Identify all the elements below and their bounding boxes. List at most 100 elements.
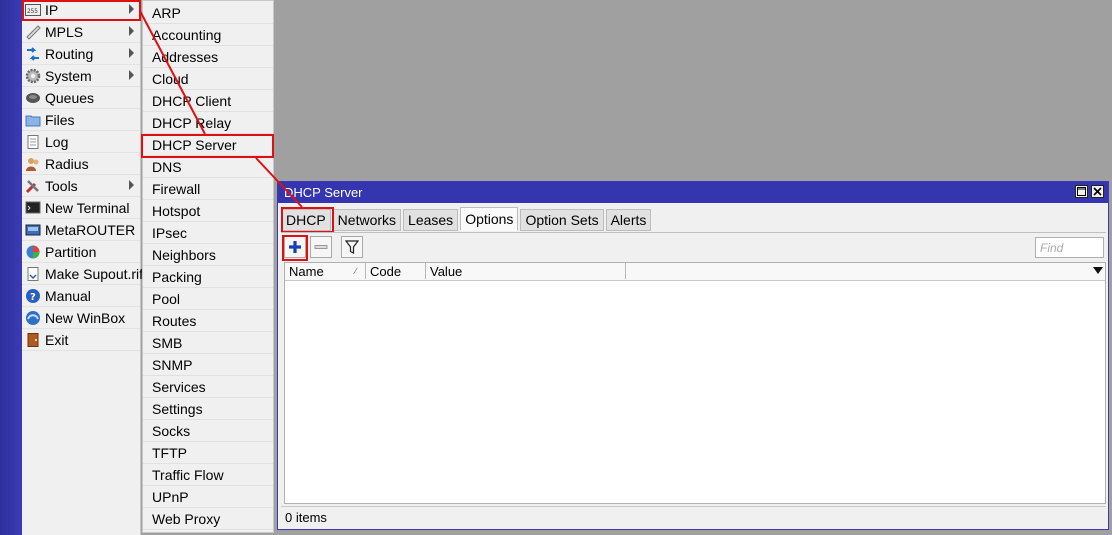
winbox-side-strip [0, 0, 22, 535]
menu-item-make-supout[interactable]: Make Supout.rif [22, 264, 144, 285]
window-title: DHCP Server [284, 185, 363, 200]
tab-networks[interactable]: Networks [332, 209, 402, 231]
tab-options[interactable]: Options [460, 207, 519, 231]
tools-icon [25, 178, 41, 194]
gear-icon [25, 68, 41, 84]
main-menu: 255 IP MPLS Routing System Queues Files … [22, 0, 144, 535]
submenu-item-cloud[interactable]: Cloud [143, 68, 273, 90]
menu-item-new-terminal[interactable]: New Terminal [22, 198, 140, 219]
add-button[interactable] [284, 236, 306, 258]
submenu-item-snmp[interactable]: SNMP [143, 354, 273, 376]
menu-item-log[interactable]: Log [22, 132, 140, 153]
supout-icon [25, 266, 41, 282]
menu-item-new-winbox[interactable]: New WinBox [22, 308, 140, 329]
submenu-item-dns[interactable]: DNS [143, 156, 273, 178]
queues-icon [25, 90, 41, 106]
table-header: Name ∕ Code Value [285, 263, 1105, 281]
submenu-item-tftp[interactable]: TFTP [143, 442, 273, 464]
partition-pie-icon [25, 244, 41, 260]
ip-submenu: ARP Accounting Addresses Cloud DHCP Clie… [142, 0, 274, 533]
menu-item-label: Partition [45, 244, 97, 260]
submenu-item-traffic-flow[interactable]: Traffic Flow [143, 464, 273, 486]
column-header-code[interactable]: Code [366, 263, 426, 279]
maximize-icon [1077, 187, 1086, 196]
filter-icon [345, 240, 359, 254]
menu-item-metarouter[interactable]: MetaROUTER [22, 220, 140, 241]
menu-item-system[interactable]: System [22, 66, 140, 87]
metarouter-icon [25, 222, 41, 238]
menu-item-label: New WinBox [45, 310, 126, 326]
menu-item-files[interactable]: Files [22, 110, 140, 131]
sort-indicator-icon: ∕ [355, 266, 357, 276]
menu-item-label: Exit [45, 332, 69, 348]
submenu-item-firewall[interactable]: Firewall [143, 178, 273, 200]
submenu-arrow-icon [129, 26, 134, 36]
submenu-item-dhcp-server[interactable]: DHCP Server [143, 134, 273, 156]
submenu-item-services[interactable]: Services [143, 376, 273, 398]
submenu-item-ipsec[interactable]: IPsec [143, 222, 273, 244]
menu-item-label: Log [45, 134, 69, 150]
help-icon: ? [25, 288, 41, 304]
menu-item-partition[interactable]: Partition [22, 242, 140, 263]
toolbar-divider [281, 232, 1106, 233]
submenu-item-neighbors[interactable]: Neighbors [143, 244, 273, 266]
submenu-item-addresses[interactable]: Addresses [143, 46, 273, 68]
submenu-item-arp[interactable]: ARP [143, 2, 273, 24]
submenu-item-settings[interactable]: Settings [143, 398, 273, 420]
menu-item-manual[interactable]: ? Manual [22, 286, 140, 307]
tab-leases[interactable]: Leases [403, 209, 459, 231]
column-chooser-dropdown-icon[interactable] [1093, 267, 1103, 274]
find-input[interactable] [1035, 237, 1104, 258]
close-icon [1093, 187, 1102, 196]
submenu-item-hotspot[interactable]: Hotspot [143, 200, 273, 222]
column-header-value[interactable]: Value [426, 263, 626, 279]
menu-item-exit[interactable]: Exit [22, 330, 140, 351]
tab-dhcp[interactable]: DHCP [281, 209, 331, 231]
menu-item-label: Tools [45, 178, 78, 194]
dhcp-server-window: DHCP Server DHCP Networks Leases Options… [277, 181, 1109, 530]
window-titlebar[interactable]: DHCP Server [278, 182, 1108, 203]
submenu-item-dhcp-relay[interactable]: DHCP Relay [143, 112, 273, 134]
folder-icon [25, 112, 41, 128]
menu-item-label: Manual [45, 288, 91, 304]
menu-item-label: System [45, 68, 92, 84]
winbox-icon [25, 310, 41, 326]
status-bar: 0 items [281, 506, 1106, 527]
filter-button[interactable] [341, 236, 363, 258]
menu-item-label: Files [45, 112, 75, 128]
plus-icon [289, 241, 301, 253]
menu-item-label: Routing [45, 46, 94, 62]
submenu-item-packing[interactable]: Packing [143, 266, 273, 288]
tab-alerts[interactable]: Alerts [605, 209, 652, 231]
submenu-item-routes[interactable]: Routes [143, 310, 273, 332]
column-header-name[interactable]: Name ∕ [285, 263, 366, 279]
maximize-button[interactable] [1075, 185, 1088, 198]
menu-item-ip[interactable]: 255 IP [22, 0, 140, 21]
menu-item-queues[interactable]: Queues [22, 88, 140, 109]
menu-item-label: Make Supout.rif [45, 266, 144, 282]
submenu-item-smb[interactable]: SMB [143, 332, 273, 354]
ip-address-icon: 255 [25, 2, 41, 18]
close-button[interactable] [1091, 185, 1104, 198]
submenu-item-pool[interactable]: Pool [143, 288, 273, 310]
tab-option-sets[interactable]: Option Sets [520, 209, 604, 231]
item-count: 0 items [285, 509, 327, 525]
submenu-item-socks[interactable]: Socks [143, 420, 273, 442]
tab-bar: DHCP Networks Leases Options Option Sets… [281, 207, 653, 231]
menu-item-routing[interactable]: Routing [22, 44, 140, 65]
submenu-item-upnp[interactable]: UPnP [143, 486, 273, 508]
menu-item-label: MPLS [45, 24, 84, 40]
exit-door-icon [25, 332, 41, 348]
minus-icon [314, 245, 328, 249]
routing-icon [25, 46, 41, 62]
remove-button[interactable] [310, 236, 332, 258]
radius-users-icon [25, 156, 41, 172]
menu-item-radius[interactable]: Radius [22, 154, 140, 175]
menu-item-mpls[interactable]: MPLS [22, 22, 140, 43]
submenu-item-dhcp-client[interactable]: DHCP Client [143, 90, 273, 112]
mpls-icon [25, 24, 41, 40]
submenu-item-web-proxy[interactable]: Web Proxy [143, 508, 273, 530]
menu-item-tools[interactable]: Tools [22, 176, 140, 197]
submenu-arrow-icon [129, 48, 134, 58]
submenu-item-accounting[interactable]: Accounting [143, 24, 273, 46]
